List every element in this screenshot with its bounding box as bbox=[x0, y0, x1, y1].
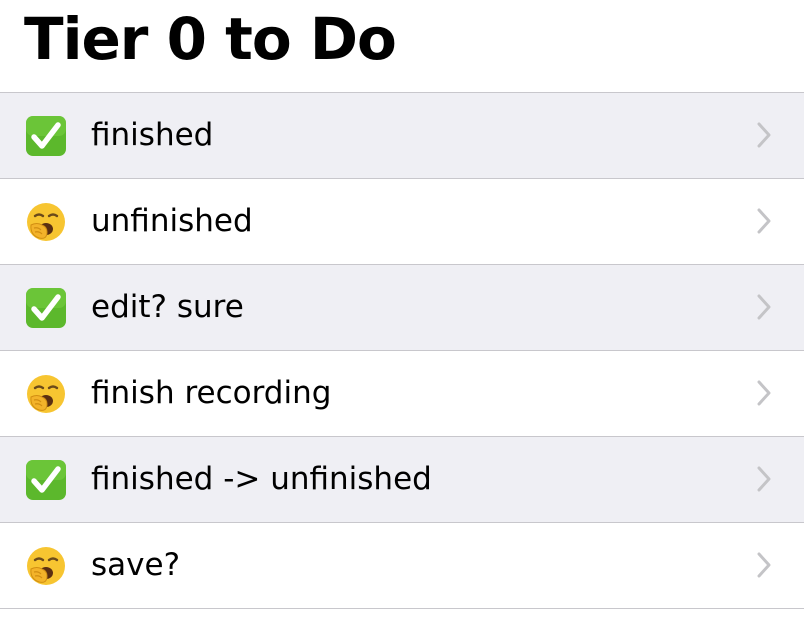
list-item[interactable]: finished bbox=[0, 93, 804, 179]
list-item[interactable]: unfinished bbox=[0, 179, 804, 265]
chevron-right-icon bbox=[757, 122, 771, 148]
item-label: finished -> unfinished bbox=[91, 461, 432, 497]
chevron-right-icon bbox=[757, 466, 771, 492]
item-label: finished bbox=[91, 117, 214, 153]
chevron-right-icon bbox=[757, 294, 771, 320]
yawning-face-icon bbox=[25, 545, 67, 587]
item-label: save? bbox=[91, 547, 181, 583]
list-item[interactable]: finished -> unfinished bbox=[0, 437, 804, 523]
yawning-face-icon bbox=[25, 201, 67, 243]
item-label: finish recording bbox=[91, 375, 332, 411]
chevron-right-icon bbox=[757, 552, 771, 578]
item-label: edit? sure bbox=[91, 289, 244, 325]
list-item[interactable]: edit? sure bbox=[0, 265, 804, 351]
check-mark-button-icon bbox=[25, 459, 67, 501]
list-item[interactable]: save? bbox=[0, 523, 804, 609]
yawning-face-icon bbox=[25, 373, 67, 415]
item-label: unfinished bbox=[91, 203, 253, 239]
page-title: Tier 0 to Do bbox=[24, 5, 397, 73]
check-mark-button-icon bbox=[25, 115, 67, 157]
chevron-right-icon bbox=[757, 208, 771, 234]
check-mark-button-icon bbox=[25, 287, 67, 329]
chevron-right-icon bbox=[757, 380, 771, 406]
todo-list: finished unfinished edit? sure finish re… bbox=[0, 92, 804, 609]
list-item[interactable]: finish recording bbox=[0, 351, 804, 437]
todo-screen: Tier 0 to Do finished unfinished edit? s… bbox=[0, 0, 804, 640]
